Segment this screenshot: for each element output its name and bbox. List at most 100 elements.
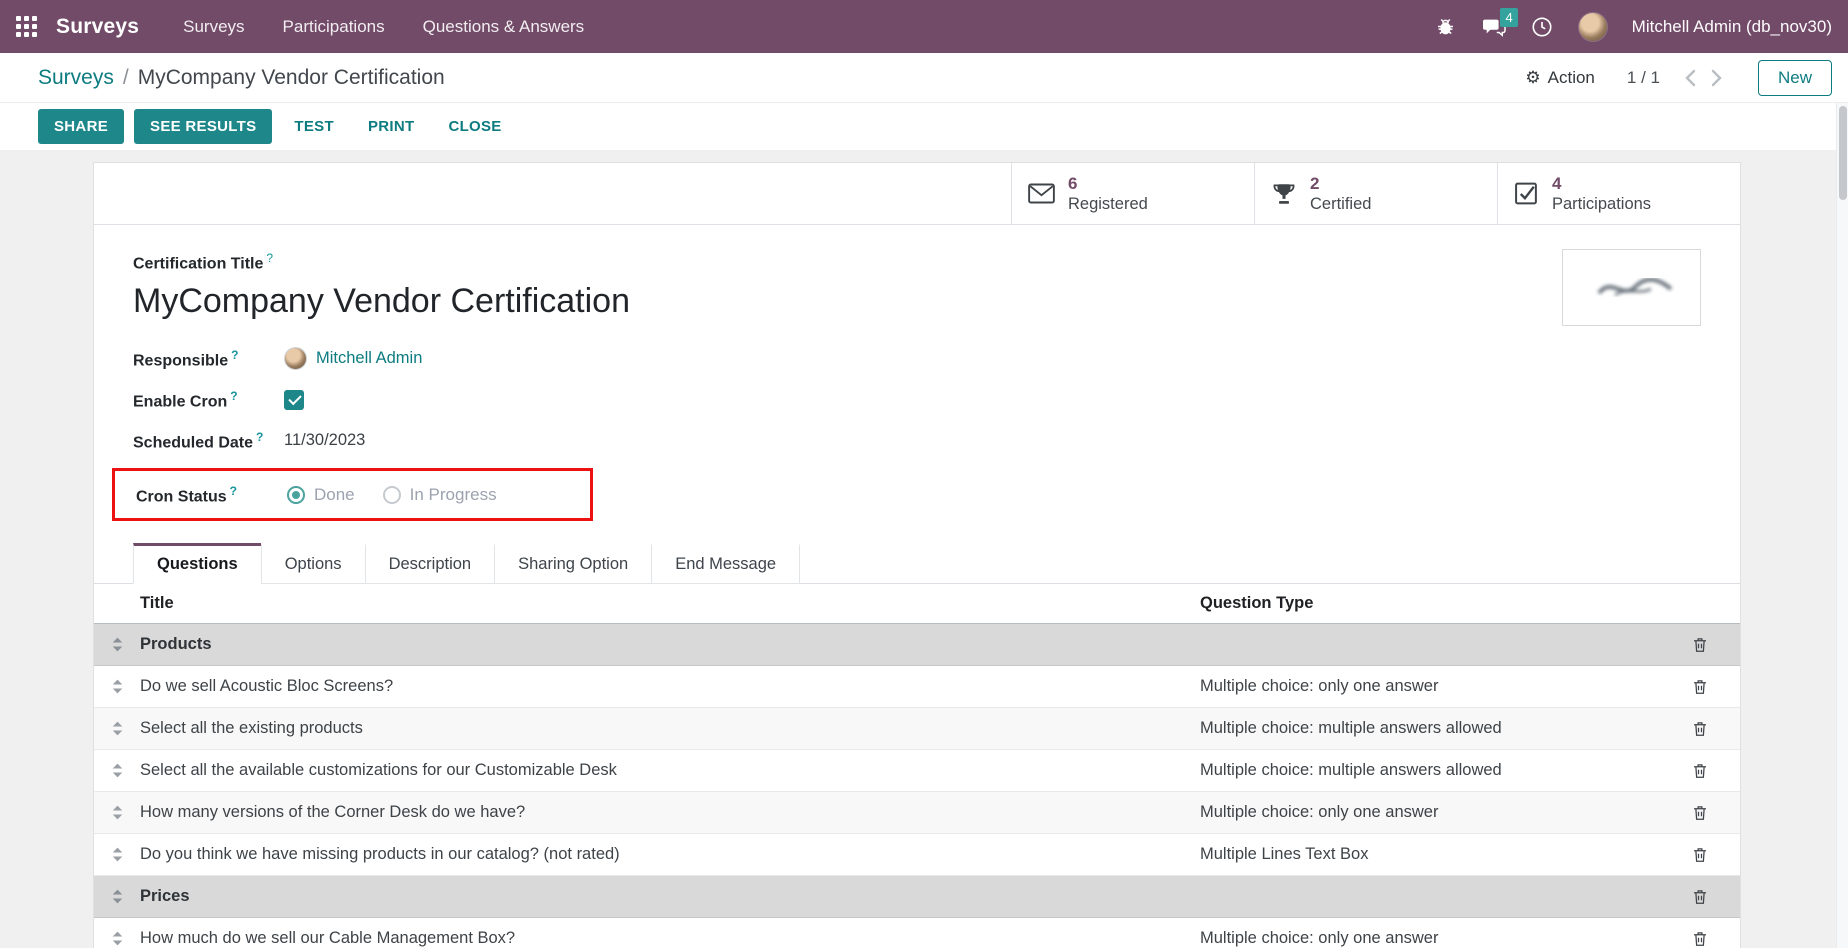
trash-icon[interactable] bbox=[1660, 719, 1740, 738]
pager-counter: 1 / 1 bbox=[1627, 68, 1660, 88]
table-row-section[interactable]: Products bbox=[94, 624, 1740, 666]
responsible-value[interactable]: Mitchell Admin bbox=[316, 349, 422, 368]
header-question-type[interactable]: Question Type bbox=[1200, 594, 1660, 613]
cron-status-label: Cron Status? bbox=[136, 484, 287, 506]
table-header: Title Question Type bbox=[94, 584, 1740, 624]
stat-registered-button[interactable]: 6 Registered bbox=[1011, 163, 1254, 224]
drag-handle-icon[interactable] bbox=[94, 678, 140, 695]
menu-questions-answers[interactable]: Questions & Answers bbox=[423, 17, 585, 37]
form-fields: Certification Title? MyCompany Vendor Ce… bbox=[94, 225, 1740, 521]
tab-sharing-option[interactable]: Sharing Option bbox=[494, 543, 652, 584]
trash-icon[interactable] bbox=[1660, 635, 1740, 654]
help-icon[interactable]: ? bbox=[230, 389, 237, 403]
debug-bug-icon[interactable] bbox=[1434, 15, 1458, 39]
control-panel: Surveys / MyCompany Vendor Certification… bbox=[0, 53, 1848, 103]
cron-status-option-in-progress[interactable]: In Progress bbox=[383, 485, 497, 505]
survey-title-input[interactable]: MyCompany Vendor Certification bbox=[133, 282, 1701, 321]
new-button[interactable]: New bbox=[1758, 60, 1832, 96]
background-image-field[interactable] bbox=[1562, 249, 1701, 326]
table-row-section[interactable]: Prices bbox=[94, 876, 1740, 918]
radio-selected-icon[interactable] bbox=[287, 486, 305, 504]
see-results-button[interactable]: SEE RESULTS bbox=[134, 109, 272, 144]
breadcrumb-surveys-link[interactable]: Surveys bbox=[38, 66, 114, 90]
trash-icon[interactable] bbox=[1660, 929, 1740, 948]
table-row[interactable]: Do you think we have missing products in… bbox=[94, 834, 1740, 876]
scrollbar-thumb[interactable] bbox=[1839, 106, 1847, 200]
drag-handle-icon[interactable] bbox=[94, 720, 140, 737]
participations-count: 4 bbox=[1552, 173, 1651, 194]
table-row[interactable]: How much do we sell our Cable Management… bbox=[94, 918, 1740, 948]
app-name[interactable]: Surveys bbox=[56, 15, 139, 39]
gear-icon: ⚙ bbox=[1525, 68, 1540, 88]
menu-surveys[interactable]: Surveys bbox=[183, 17, 244, 37]
radio-unselected-icon[interactable] bbox=[383, 486, 401, 504]
top-menu: Surveys Participations Questions & Answe… bbox=[183, 17, 584, 37]
scheduled-date-label: Scheduled Date? bbox=[133, 430, 284, 452]
share-button[interactable]: SHARE bbox=[38, 109, 124, 144]
scheduled-date-value[interactable]: 11/30/2023 bbox=[284, 431, 365, 450]
drag-handle-icon[interactable] bbox=[94, 636, 140, 653]
row-question-type: Multiple choice: only one answer bbox=[1200, 803, 1660, 822]
record-button-bar: SHARE SEE RESULTS TEST PRINT CLOSE bbox=[0, 103, 1848, 150]
drag-handle-icon[interactable] bbox=[94, 804, 140, 821]
trash-icon[interactable] bbox=[1660, 845, 1740, 864]
user-menu[interactable]: Mitchell Admin (db_nov30) bbox=[1632, 17, 1832, 37]
tab-end-message[interactable]: End Message bbox=[651, 543, 800, 584]
drag-handle-icon[interactable] bbox=[94, 762, 140, 779]
messages-icon[interactable]: 4 bbox=[1482, 15, 1506, 39]
table-row[interactable]: Select all the existing products Multipl… bbox=[94, 708, 1740, 750]
help-icon[interactable]: ? bbox=[266, 251, 273, 265]
vertical-scrollbar[interactable] bbox=[1836, 103, 1848, 948]
enable-cron-checkbox[interactable] bbox=[284, 390, 304, 410]
responsible-avatar bbox=[284, 347, 307, 370]
pager-previous-icon[interactable] bbox=[1678, 65, 1704, 91]
trash-icon[interactable] bbox=[1660, 887, 1740, 906]
row-question-type: Multiple choice: only one answer bbox=[1200, 677, 1660, 696]
row-title: Select all the existing products bbox=[140, 719, 1200, 738]
breadcrumb-separator: / bbox=[123, 66, 129, 90]
user-avatar[interactable] bbox=[1578, 12, 1608, 42]
menu-participations[interactable]: Participations bbox=[283, 17, 385, 37]
cron-status-option-done[interactable]: Done bbox=[287, 485, 355, 505]
trash-icon[interactable] bbox=[1660, 677, 1740, 696]
table-row[interactable]: Select all the available customizations … bbox=[94, 750, 1740, 792]
drag-handle-icon[interactable] bbox=[94, 930, 140, 947]
row-title: Do you think we have missing products in… bbox=[140, 845, 1200, 864]
tab-description[interactable]: Description bbox=[365, 543, 496, 584]
stat-participations-button[interactable]: 4 Participations bbox=[1497, 163, 1740, 224]
drag-handle-icon[interactable] bbox=[94, 888, 140, 905]
questions-table: Title Question Type Products Do we sell … bbox=[94, 584, 1740, 948]
row-title: How much do we sell our Cable Management… bbox=[140, 929, 1200, 948]
test-button[interactable]: TEST bbox=[282, 109, 346, 144]
top-navbar: Surveys Surveys Participations Questions… bbox=[0, 0, 1848, 53]
row-title: Do we sell Acoustic Bloc Screens? bbox=[140, 677, 1200, 696]
certified-count: 2 bbox=[1310, 173, 1371, 194]
table-row[interactable]: How many versions of the Corner Desk do … bbox=[94, 792, 1740, 834]
trophy-icon bbox=[1271, 182, 1297, 206]
row-question-type: Multiple choice: multiple answers allowe… bbox=[1200, 719, 1660, 738]
header-title[interactable]: Title bbox=[140, 594, 1200, 613]
action-label: Action bbox=[1548, 68, 1595, 88]
pager-next-icon[interactable] bbox=[1704, 65, 1730, 91]
help-icon[interactable]: ? bbox=[256, 430, 263, 444]
stat-certified-button[interactable]: 2 Certified bbox=[1254, 163, 1497, 224]
print-button[interactable]: PRINT bbox=[356, 109, 427, 144]
close-button[interactable]: CLOSE bbox=[436, 109, 513, 144]
apps-menu-icon[interactable] bbox=[16, 16, 38, 38]
envelope-icon bbox=[1028, 183, 1055, 204]
activities-clock-icon[interactable] bbox=[1530, 15, 1554, 39]
help-icon[interactable]: ? bbox=[230, 484, 237, 498]
cron-status-field-highlighted: Cron Status? Done In Progress bbox=[112, 468, 593, 521]
help-icon[interactable]: ? bbox=[231, 348, 238, 362]
trash-icon[interactable] bbox=[1660, 761, 1740, 780]
table-row[interactable]: Do we sell Acoustic Bloc Screens? Multip… bbox=[94, 666, 1740, 708]
tab-options[interactable]: Options bbox=[261, 543, 366, 584]
trash-icon[interactable] bbox=[1660, 803, 1740, 822]
row-question-type: Multiple Lines Text Box bbox=[1200, 845, 1660, 864]
form-sheet: 6 Registered 2 Certified bbox=[93, 162, 1741, 948]
action-menu-button[interactable]: ⚙ Action bbox=[1525, 68, 1595, 88]
tab-questions[interactable]: Questions bbox=[133, 543, 262, 584]
registered-label: Registered bbox=[1068, 194, 1148, 215]
row-title: How many versions of the Corner Desk do … bbox=[140, 803, 1200, 822]
drag-handle-icon[interactable] bbox=[94, 846, 140, 863]
